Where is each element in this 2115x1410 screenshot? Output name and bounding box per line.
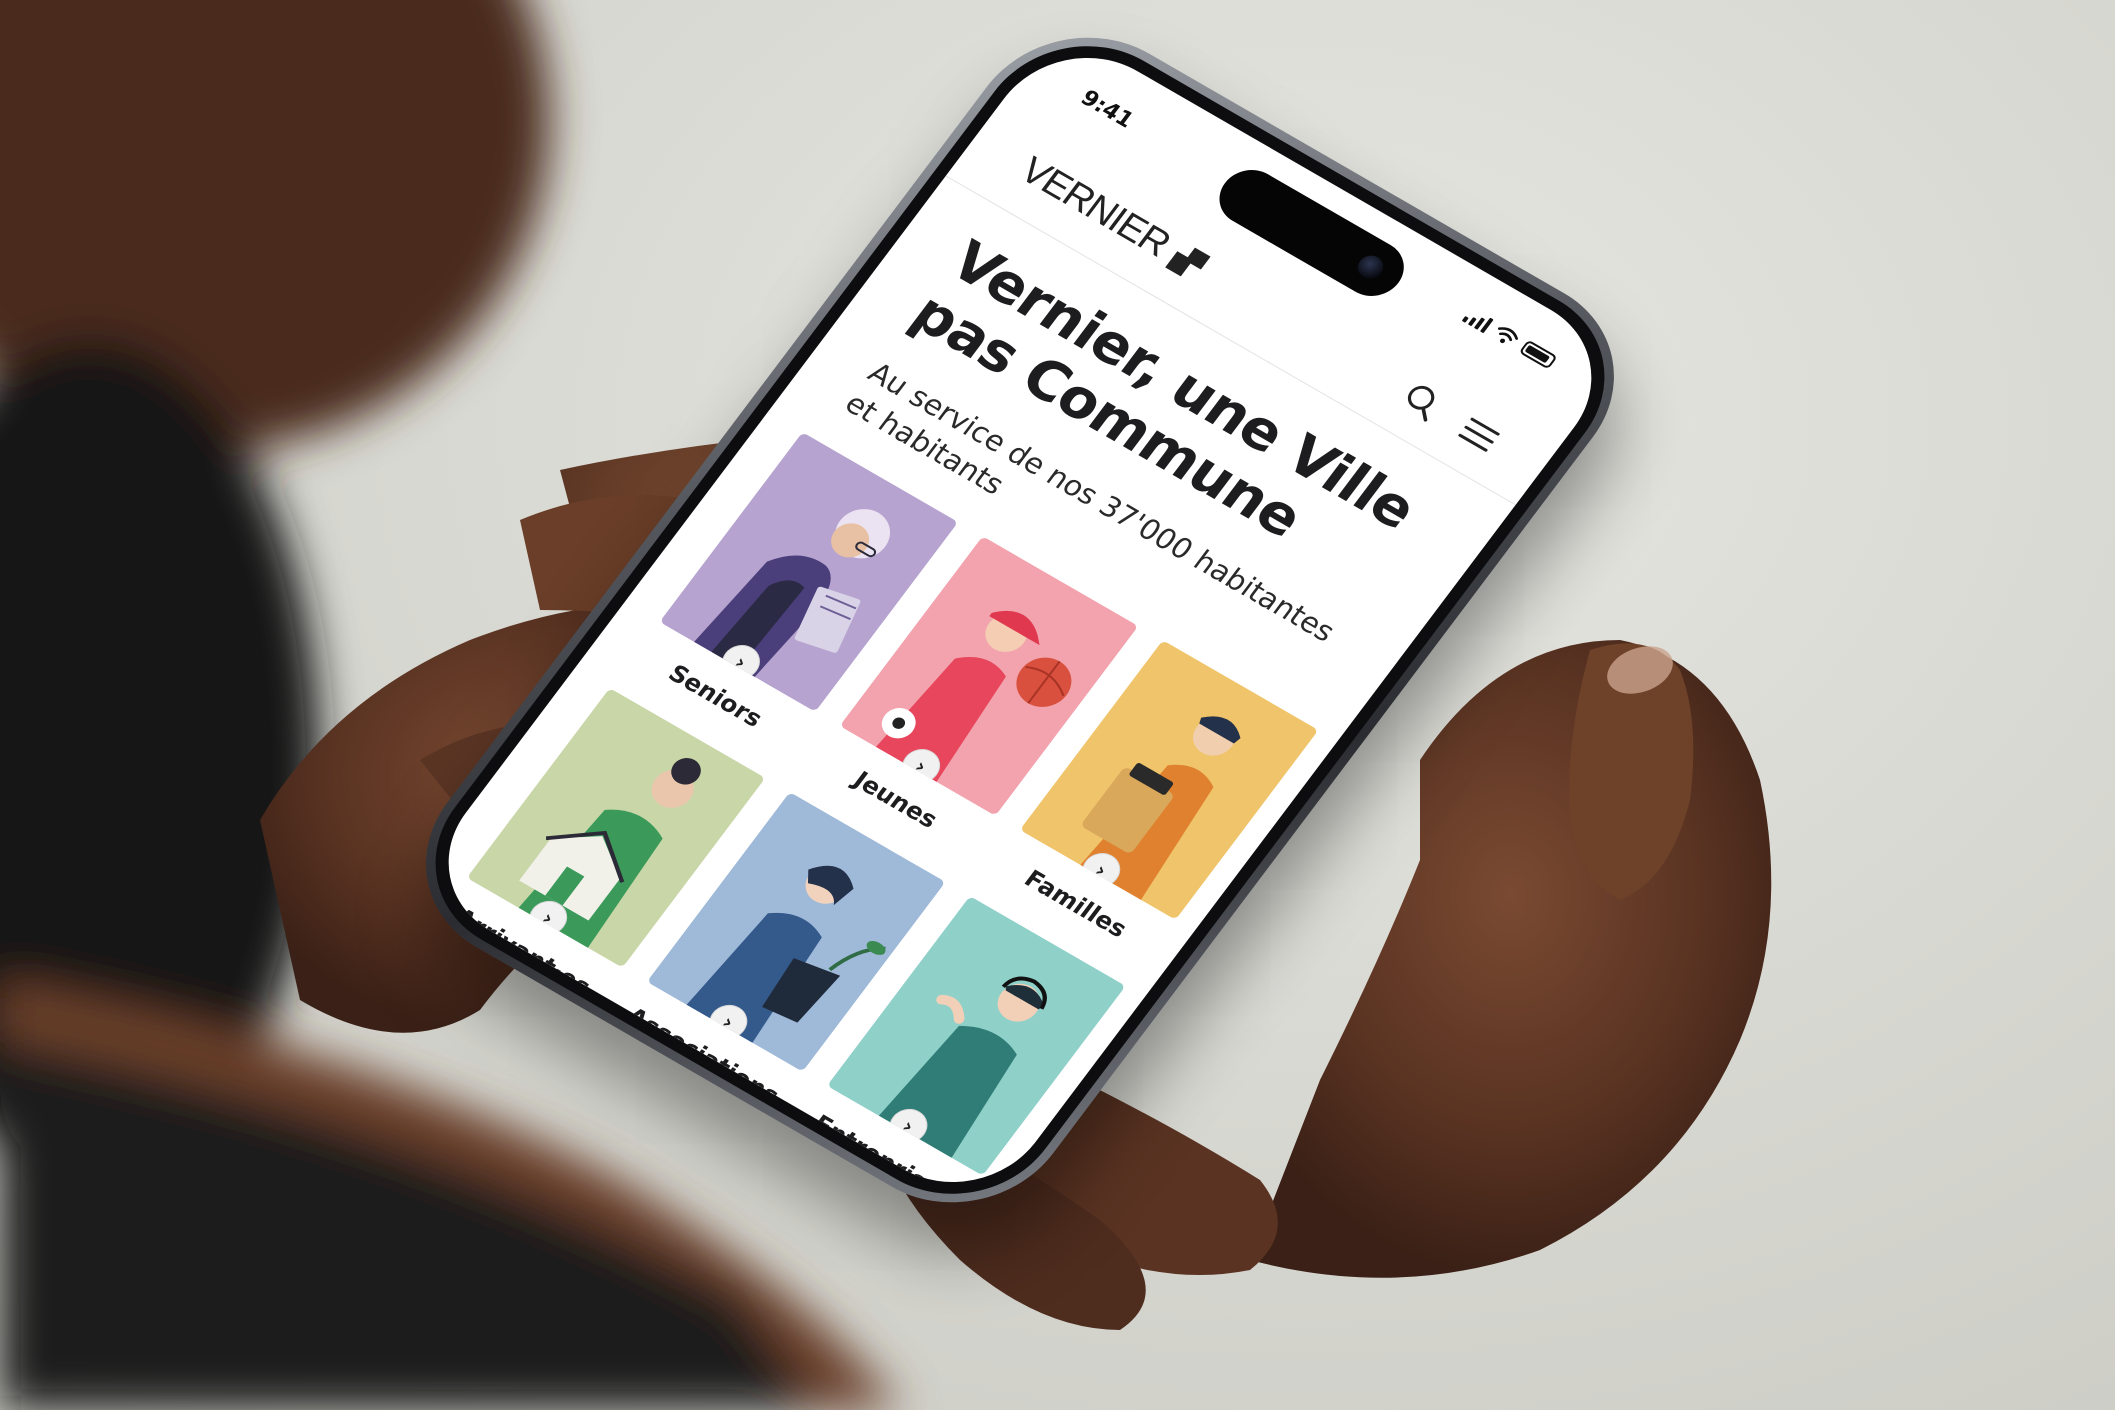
wifi-icon [1497,327,1519,344]
search-icon[interactable] [1392,376,1451,428]
camera-icon [1352,251,1389,283]
menu-icon[interactable] [1450,409,1509,461]
signal-icon [1461,306,1495,334]
battery-icon [1518,339,1558,370]
header-actions [1392,376,1508,461]
photo-scene: 9:41 VERNIER Vernier, une Ville pas Comm… [0,0,2115,1410]
status-time: 9:41 [1075,85,1139,134]
logo-text: VERNIER [1012,149,1178,265]
status-icons [1461,306,1559,370]
